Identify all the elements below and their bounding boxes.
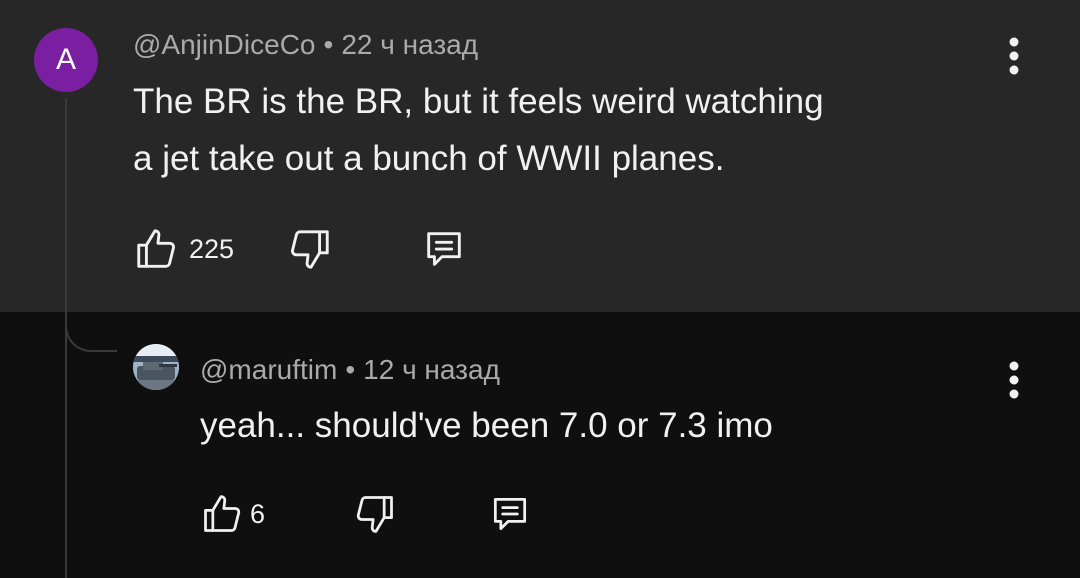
avatar[interactable] [133, 344, 179, 390]
thumb-down-icon [356, 496, 393, 533]
comment-text: yeah... should've been 7.0 or 7.3 imo [200, 397, 773, 454]
dislike-button[interactable] [287, 226, 333, 272]
avatar-photo [133, 344, 179, 390]
reply-button[interactable] [420, 226, 468, 272]
dislike-button[interactable] [353, 492, 397, 536]
like-button[interactable]: 225 [133, 226, 234, 272]
comment-line: a jet take out a bunch of WWII planes. [133, 139, 725, 178]
comment-meta: @AnjinDiceCo • 22 ч назад [133, 29, 478, 61]
thread-connector [65, 300, 117, 352]
comment-meta: @maruftim • 12 ч назад [200, 354, 500, 386]
comment-line: yeah... should've been 7.0 or 7.3 imo [200, 406, 773, 445]
more-vertical-icon [1009, 361, 1019, 399]
reply-comment-icon [493, 497, 527, 531]
author-name[interactable]: @AnjinDiceCo [133, 29, 316, 60]
thumb-up-icon [204, 495, 241, 532]
avatar[interactable]: A [34, 28, 98, 92]
more-vertical-icon [1009, 37, 1019, 75]
thread-line [65, 98, 67, 578]
separator-dot: • [323, 29, 334, 60]
more-options-button[interactable] [999, 32, 1029, 80]
author-name[interactable]: @maruftim [200, 354, 337, 385]
timestamp[interactable]: 22 ч назад [341, 29, 478, 60]
reply-button[interactable] [487, 492, 533, 536]
more-options-button[interactable] [999, 356, 1029, 404]
like-count: 225 [189, 233, 235, 264]
timestamp[interactable]: 12 ч назад [363, 354, 500, 385]
comment-text: The BR is the BR, but it feels weird wat… [133, 73, 824, 187]
comment-line: The BR is the BR, but it feels weird wat… [133, 82, 824, 121]
thumb-down-icon [291, 230, 329, 269]
like-button[interactable]: 6 [200, 492, 265, 536]
separator-dot: • [345, 354, 356, 385]
like-count: 6 [250, 498, 266, 529]
avatar-letter: A [55, 43, 76, 76]
reply-comment-icon [427, 232, 461, 266]
thumb-up-icon [137, 229, 175, 268]
